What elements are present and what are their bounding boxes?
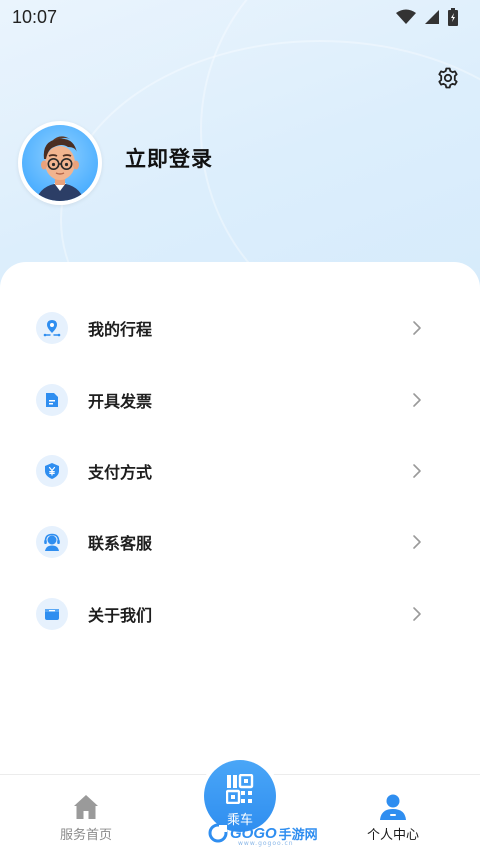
- location-pin-icon: [36, 312, 68, 344]
- menu-item-label: 我的行程: [88, 320, 153, 339]
- menu-item-label: 支付方式: [88, 463, 153, 482]
- tab-profile[interactable]: 个人中心: [333, 775, 453, 854]
- watermark-url: www.gogoo.cn: [238, 840, 294, 847]
- status-bar: 10:07: [0, 0, 480, 34]
- avatar-image: [22, 125, 98, 201]
- menu-item-trips[interactable]: 我的行程: [0, 300, 480, 356]
- settings-button[interactable]: [434, 64, 462, 92]
- avatar[interactable]: [18, 121, 102, 205]
- chevron-right-icon: [410, 461, 424, 481]
- chevron-right-icon: [410, 390, 424, 410]
- invoice-icon: [36, 384, 68, 416]
- tab-home[interactable]: 服务首页: [26, 775, 146, 854]
- tab-label: 个人中心: [366, 828, 419, 843]
- signal-icon: [425, 10, 439, 24]
- menu-item-payment[interactable]: 支付方式: [0, 443, 480, 499]
- battery-icon: [448, 8, 458, 26]
- login-link[interactable]: 立即登录: [125, 143, 213, 173]
- chevron-right-icon: [410, 318, 424, 338]
- box-icon: [36, 598, 68, 630]
- chevron-right-icon: [410, 604, 424, 624]
- wifi-icon: [396, 9, 416, 24]
- menu-card: 我的行程 开具发票 支付方式 联系客服 关于我们: [0, 262, 480, 774]
- watermark-logo-icon: [208, 823, 228, 843]
- chevron-right-icon: [410, 532, 424, 552]
- tab-label: 服务首页: [59, 828, 112, 843]
- user-icon: [380, 794, 406, 820]
- menu-item-label: 关于我们: [88, 606, 153, 625]
- menu-item-invoice[interactable]: 开具发票: [0, 372, 480, 428]
- status-icons: [396, 8, 458, 26]
- headset-icon: [36, 526, 68, 558]
- home-icon: [74, 795, 98, 819]
- menu-item-support[interactable]: 联系客服: [0, 514, 480, 570]
- menu-item-about[interactable]: 关于我们: [0, 586, 480, 642]
- gear-icon: [438, 67, 458, 89]
- menu-item-label: 开具发票: [88, 392, 153, 411]
- menu-item-label: 联系客服: [88, 534, 153, 553]
- yen-shield-icon: [36, 455, 68, 487]
- watermark: GOGO 手游网 www.gogoo.cn: [208, 822, 318, 847]
- qr-code-icon: [226, 774, 254, 804]
- status-time: 10:07: [12, 6, 58, 27]
- watermark-brand: GOGO: [230, 824, 277, 842]
